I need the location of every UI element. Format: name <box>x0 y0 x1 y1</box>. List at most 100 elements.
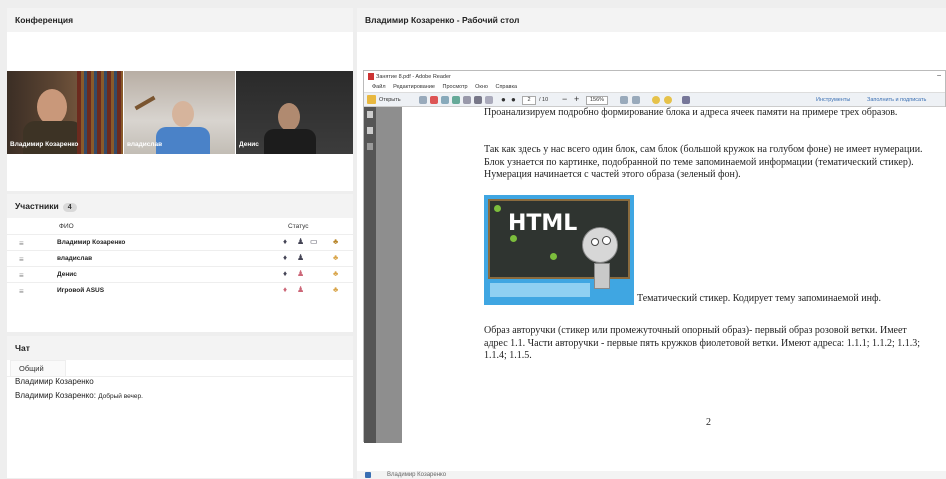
prev-page-icon[interactable]: ● <box>501 95 506 104</box>
microphone-off-icon[interactable]: ♦ <box>283 285 287 294</box>
next-page-icon[interactable]: ● <box>511 95 516 104</box>
robot-eye <box>591 238 599 246</box>
desktop-title: Владимир Козаренко - Рабочий стол <box>357 8 946 32</box>
marker-1 <box>494 205 501 212</box>
robot-eye <box>602 236 611 245</box>
save-icon[interactable] <box>463 96 471 104</box>
zoom-in-icon[interactable]: + <box>574 94 579 104</box>
drag-handle-icon[interactable]: ≡ <box>19 271 24 280</box>
video-tile-2[interactable]: владислав <box>124 71 235 154</box>
tab-general[interactable]: Общий <box>10 360 66 376</box>
user-icon: ♣ <box>333 269 339 278</box>
print-icon[interactable] <box>474 96 482 104</box>
screen-share-icon[interactable]: ▭ <box>310 237 318 246</box>
open-button[interactable]: Открыть <box>379 97 401 103</box>
menu-edit[interactable]: Редактирование <box>393 84 435 90</box>
drag-handle-icon[interactable]: ≡ <box>19 287 24 296</box>
participants-header: Участники 4 <box>7 194 353 218</box>
participants-table-header: ФИО Статус <box>7 220 353 234</box>
fullscreen-icon[interactable] <box>632 96 640 104</box>
participants-panel: Участники 4 ФИО Статус ≡ Владимир Козарен… <box>7 194 353 332</box>
participant-name: Денис <box>57 271 77 278</box>
participants-count-badge: 4 <box>62 203 77 212</box>
microphone-icon[interactable]: ♦ <box>283 253 287 262</box>
microphone-icon[interactable]: ♦ <box>283 269 287 278</box>
document-margin <box>376 107 402 443</box>
chat-text: Добрый вечер. <box>98 393 143 400</box>
video-name-label: Владимир Козаренко <box>10 141 79 148</box>
sign-icon[interactable] <box>682 96 690 104</box>
user-icon: ♣ <box>333 253 339 262</box>
robot-head <box>582 227 618 263</box>
camera-icon[interactable]: ♟ <box>297 253 304 262</box>
chat-author: Владимир Козаренко: <box>15 391 96 400</box>
app-icon <box>365 472 371 478</box>
reader-document-area: Проанализируем подробно формирование бло… <box>364 107 946 443</box>
menu-view[interactable]: Просмотр <box>443 84 468 90</box>
share-icon[interactable] <box>452 96 460 104</box>
minimize-icon[interactable]: – <box>937 72 941 79</box>
participant-row[interactable]: ≡ Денис ♦ ♟ ♣ <box>7 266 353 282</box>
participant-name: Игровой ASUS <box>57 287 105 294</box>
reader-menu-bar: Файл Редактирование Просмотр Окно Справк… <box>364 83 945 92</box>
menu-help[interactable]: Справка <box>495 84 517 90</box>
navigation-pane <box>364 107 376 443</box>
video-name-label: Денис <box>239 141 259 148</box>
pages-icon[interactable] <box>367 111 373 118</box>
reader-toolbar: Открыть ● ● 2 / 10 − + 156% Инструменты … <box>364 92 945 107</box>
zoom-select[interactable]: 156% <box>586 96 608 105</box>
pdf-app-icon <box>368 73 374 80</box>
participant-body <box>23 121 83 154</box>
fill-sign-button[interactable]: Заполнить и подписать <box>867 97 926 103</box>
paragraph-3: Образ авторучки (стикер или промежуточны… <box>484 325 921 361</box>
marker-3 <box>550 253 557 260</box>
video-tile-1[interactable]: Владимир Козаренко <box>7 71 123 154</box>
participant-row[interactable]: ≡ Игровой ASUS ♦ ♟ ♣ <box>7 282 353 298</box>
menu-file[interactable]: Файл <box>372 84 386 90</box>
camera-icon[interactable]: ♟ <box>297 237 304 246</box>
comment-icon[interactable] <box>652 96 660 104</box>
participants-title: Участники <box>15 201 59 211</box>
folder-open-icon[interactable] <box>367 95 376 104</box>
user-icon: ♣ <box>333 285 339 294</box>
drag-handle-icon[interactable]: ≡ <box>19 239 24 248</box>
wall-decor <box>134 95 156 111</box>
zoom-out-icon[interactable]: − <box>562 94 567 104</box>
taskbar-label: Владимир Козаренко <box>387 472 447 478</box>
participant-name: Владимир Козаренко <box>57 239 126 246</box>
bookmark-icon[interactable] <box>367 127 373 134</box>
reader-window-title: Занятие 8.pdf - Adobe Reader <box>376 74 451 80</box>
microphone-icon[interactable]: ♦ <box>283 237 287 246</box>
edit-icon[interactable] <box>441 96 449 104</box>
create-icon[interactable] <box>419 96 427 104</box>
page-number-input[interactable]: 2 <box>522 96 536 105</box>
email-icon[interactable] <box>485 96 493 104</box>
menu-window[interactable]: Окно <box>475 84 488 90</box>
paragraph-1: Проанализируем подробно формирование бло… <box>484 107 898 118</box>
column-name-header: ФИО <box>59 223 74 230</box>
adobe-reader-window[interactable]: Занятие 8.pdf - Adobe Reader – Файл Реда… <box>363 70 946 443</box>
pdf-icon[interactable] <box>430 96 438 104</box>
html-sticker-image: HTML <box>484 195 634 305</box>
tools-button[interactable]: Инструменты <box>816 97 850 103</box>
page-total: / 10 <box>539 97 549 103</box>
fit-page-icon[interactable] <box>620 96 628 104</box>
sticker-label-bar <box>490 283 590 297</box>
marker-2 <box>510 235 517 242</box>
sticker-caption: Тематический стикер. Кодирует тему запом… <box>637 293 881 304</box>
drag-handle-icon[interactable]: ≡ <box>19 255 24 264</box>
camera-off-icon[interactable]: ♟ <box>297 285 304 294</box>
participant-name: владислав <box>57 255 93 262</box>
attachment-icon[interactable] <box>367 143 373 150</box>
participant-body <box>264 129 316 154</box>
camera-off-icon[interactable]: ♟ <box>297 269 304 278</box>
pdf-page[interactable]: Проанализируем подробно формирование бло… <box>402 107 946 443</box>
highlight-icon[interactable] <box>664 96 672 104</box>
sticker-html-text: HTML <box>508 211 578 236</box>
participant-row[interactable]: ≡ владислав ♦ ♟ ♣ <box>7 250 353 266</box>
chat-message: Владимир Козаренко <box>15 377 94 386</box>
participant-face <box>37 89 67 125</box>
video-tile-3[interactable]: Денис <box>236 71 353 154</box>
participant-row[interactable]: ≡ Владимир Козаренко ♦ ♟ ▭ ♣ <box>7 234 353 250</box>
participant-face <box>278 103 300 131</box>
